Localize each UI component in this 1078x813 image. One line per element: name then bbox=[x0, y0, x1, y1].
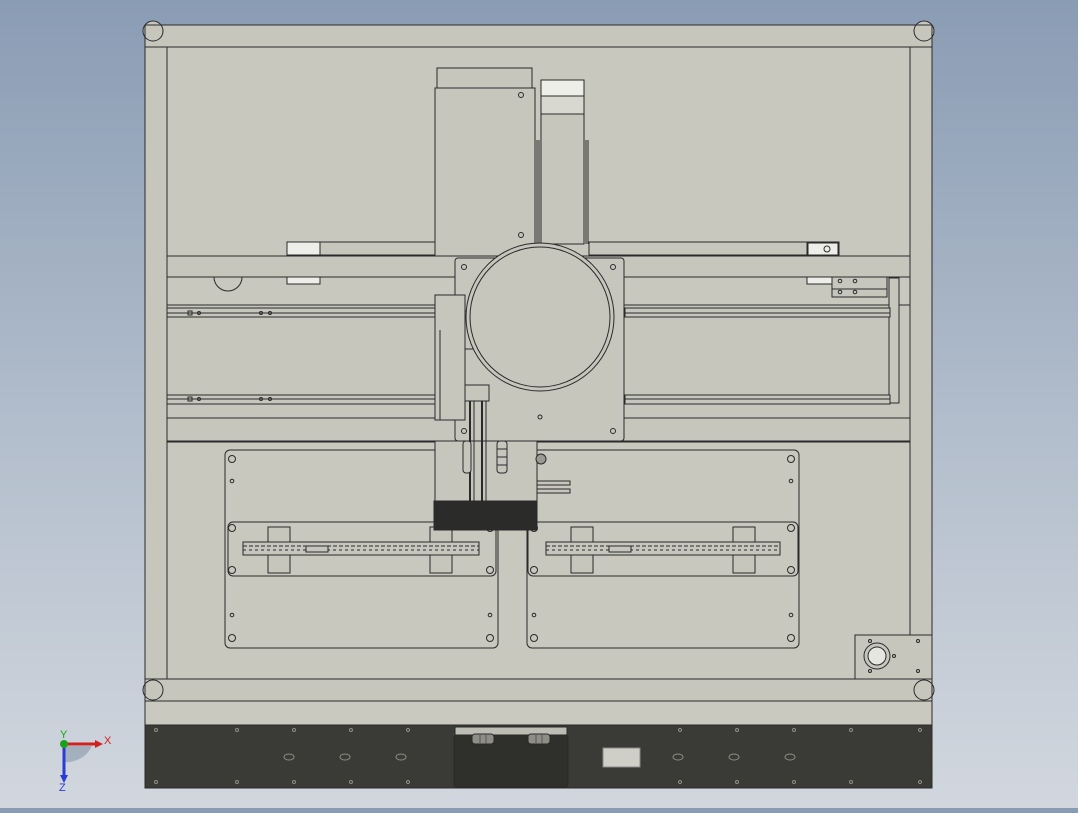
orientation-triad bbox=[60, 740, 103, 783]
emergency-stop-button[interactable] bbox=[854, 634, 933, 680]
x-axis-label: X bbox=[104, 735, 112, 747]
spindle-motor bbox=[465, 242, 615, 392]
front-drawer[interactable] bbox=[453, 726, 569, 788]
fixture-plate-right bbox=[526, 449, 800, 649]
x-axis-arrowhead bbox=[95, 740, 103, 748]
y-axis-point bbox=[60, 740, 68, 748]
y-axis-column bbox=[434, 67, 589, 259]
y-axis-label: Y bbox=[60, 729, 68, 741]
cad-viewport[interactable]: X Y Z bbox=[0, 0, 1078, 808]
z-axis-label: Z bbox=[59, 782, 66, 794]
